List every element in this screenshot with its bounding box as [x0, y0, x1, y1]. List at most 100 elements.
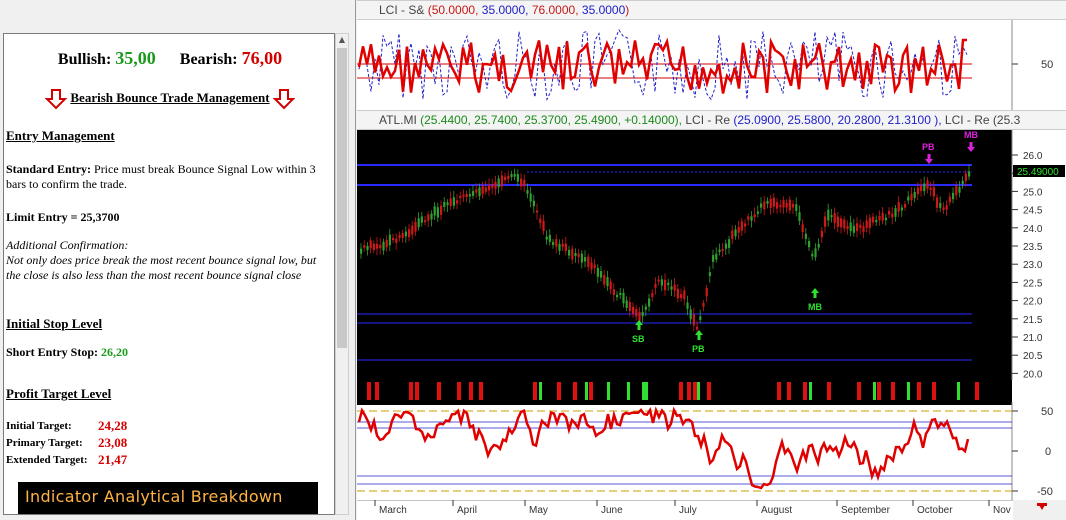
candle-body — [382, 241, 385, 251]
bearish-bar — [803, 382, 807, 400]
candle-body — [718, 249, 721, 252]
candle-body — [580, 253, 583, 263]
month-label: April — [457, 505, 477, 516]
short-entry-stop: Short Entry Stop: 26,20 — [6, 345, 331, 360]
candle-body — [670, 286, 673, 290]
candle-body — [808, 240, 811, 248]
month-label: May — [529, 505, 548, 516]
candle-body — [920, 184, 923, 191]
month-label: June — [601, 505, 623, 516]
candle-body — [958, 187, 961, 193]
candle-body — [798, 212, 801, 222]
lower-oscillator[interactable]: 50 0 -50 — [357, 402, 1066, 500]
paren-close: ) — [625, 3, 630, 17]
price-chart[interactable]: 26.025.525.024.524.023.523.022.522.021.5… — [357, 130, 1066, 380]
candle-body — [872, 216, 875, 223]
candle-body — [497, 178, 500, 188]
candle-body — [644, 306, 647, 310]
candle-body — [747, 216, 750, 220]
candle-body — [430, 213, 433, 220]
bullish-bar — [642, 382, 645, 400]
bullish-bar — [585, 382, 588, 400]
candle-body — [420, 216, 423, 223]
bearish-bar — [479, 382, 483, 400]
stop-value: 26,20 — [101, 345, 129, 359]
trade-title-row: Bearish Bounce Trade Management — [4, 88, 334, 110]
candle-body — [779, 204, 782, 208]
signal-label: PB — [692, 344, 705, 354]
top-oscillator[interactable]: 50 — [357, 20, 1066, 110]
stop-label: Short Entry Stop: — [6, 345, 99, 359]
candle-body — [516, 174, 519, 182]
signal-label: SB — [632, 334, 645, 344]
candle-body — [641, 311, 644, 317]
scroll-marker-icon[interactable] — [1013, 500, 1066, 520]
candle-body — [619, 292, 622, 296]
y-axis-label: 24.5 — [1023, 206, 1043, 217]
signal-label: MB — [964, 130, 978, 140]
vertical-scrollbar[interactable]: ▲ — [335, 33, 349, 515]
candle-body — [440, 205, 443, 215]
y-axis-label: 21.5 — [1023, 315, 1043, 326]
candle-body — [840, 218, 843, 228]
candle-body — [379, 244, 382, 249]
candle-body — [504, 176, 507, 181]
candle-body — [452, 197, 455, 206]
candle-body — [705, 288, 708, 297]
candle-body — [507, 175, 510, 179]
candle-body — [401, 233, 404, 238]
bullish-bar — [607, 382, 610, 400]
candle-body — [587, 256, 590, 267]
candle-body — [414, 222, 417, 232]
candle-body — [443, 201, 446, 208]
candle-body — [523, 179, 526, 187]
candle-body — [817, 243, 820, 248]
bearish-label: Bearish: — [179, 51, 238, 68]
top-panel-title: LCI - S& (50.0000, 35.0000, 76.0000, 35.… — [357, 0, 1066, 20]
bearish-bar — [777, 382, 781, 400]
scroll-up-icon[interactable]: ▲ — [336, 34, 348, 46]
candle-body — [600, 271, 603, 278]
candle-body — [622, 292, 625, 304]
bearish-bar — [589, 382, 593, 400]
indicator-breakdown-banner[interactable]: Indicator Analytical Breakdown — [18, 482, 318, 514]
candle-body — [577, 253, 580, 258]
candle-body — [596, 267, 599, 277]
candle-body — [856, 223, 859, 232]
signal-label: PB — [922, 142, 935, 152]
bearish-bar — [533, 382, 537, 400]
candle-body — [625, 300, 628, 308]
candle-body — [891, 213, 894, 218]
candle-body — [491, 183, 494, 188]
bearish-bar — [415, 382, 419, 400]
candle-body — [756, 211, 759, 214]
bullish-bar — [645, 382, 648, 400]
candle-body — [932, 187, 935, 197]
additional-text: Not only does price break the most recen… — [6, 253, 317, 282]
lci-label-2: LCI - Re (25.3 — [944, 113, 1021, 127]
candle-body — [830, 215, 833, 218]
candle-body — [795, 204, 798, 211]
bearish-bar — [975, 382, 979, 400]
candle-body — [699, 316, 702, 320]
candle-body — [574, 253, 577, 257]
standard-entry: Standard Entry: Price must break Bounce … — [6, 162, 331, 192]
standard-entry-label: Standard Entry: — [6, 162, 92, 176]
candle-body — [731, 230, 734, 240]
candle-body — [369, 240, 372, 249]
candle-body — [753, 214, 756, 218]
chart-area[interactable]: LCI - S& (50.0000, 35.0000, 76.0000, 35.… — [357, 0, 1066, 520]
horizontal-scroll-area[interactable] — [1013, 500, 1066, 520]
candle-body — [964, 173, 967, 181]
y-axis-label: 22.0 — [1023, 297, 1043, 308]
candle-body — [952, 192, 955, 200]
candle-body — [408, 229, 411, 238]
bearish-bar — [437, 382, 441, 400]
candle-body — [603, 274, 606, 285]
candle-body — [542, 220, 545, 232]
y-axis-label: 25.0 — [1023, 187, 1043, 198]
candle-body — [545, 236, 548, 240]
candle-body — [500, 175, 503, 187]
scrollbar-thumb[interactable] — [337, 48, 347, 348]
candle-body — [792, 203, 795, 208]
